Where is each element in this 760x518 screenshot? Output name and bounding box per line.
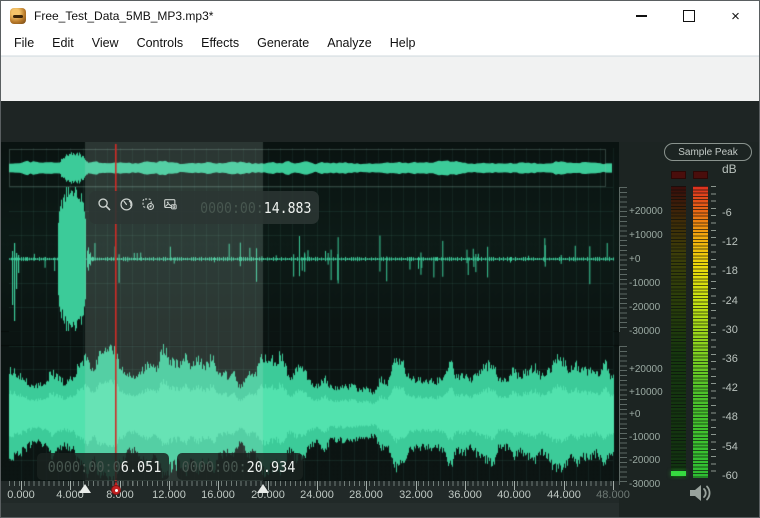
amplitude-label-ch1: -10000 <box>629 278 660 289</box>
meter-mode-button[interactable]: Sample Peak <box>664 143 752 161</box>
amplitude-label-ch2: +10000 <box>629 387 663 398</box>
amplitude-label-ch2: -10000 <box>629 432 660 443</box>
amplitude-label-ch2: -20000 <box>629 455 660 466</box>
edit-toolbar <box>1 101 759 142</box>
title-bar: Free_Test_Data_5MB_MP3.mp3* × <box>1 1 759 31</box>
amplitude-label-ch2: -30000 <box>629 479 660 490</box>
amplitude-label-ch2: +0 <box>629 409 640 420</box>
timeline-ruler[interactable]: 0.0004.0008.00012.00016.00020.00024.0002… <box>1 481 619 503</box>
menu-edit[interactable]: Edit <box>43 31 83 55</box>
timeline-label: 12.000 <box>152 489 186 501</box>
meter-db-label: -30 <box>722 324 738 336</box>
timeline-label: 0.000 <box>7 489 35 501</box>
amplitude-label-ch1: -20000 <box>629 302 660 313</box>
meter-db-label: -36 <box>722 353 738 365</box>
timeline-label: 32.000 <box>399 489 433 501</box>
meter-db-label: -24 <box>722 295 738 307</box>
timeline-label: 48.000 <box>596 489 630 501</box>
minimize-icon <box>636 15 647 17</box>
clip-indicator-right <box>693 171 708 179</box>
close-icon: × <box>731 9 740 24</box>
app-icon <box>10 8 26 24</box>
meter-db-label: -6 <box>722 207 732 219</box>
meter-mode-label: Sample Peak <box>678 147 737 158</box>
selection-end-display: 0000:00:20.934 <box>177 453 303 480</box>
meter-db-label: -54 <box>722 441 738 453</box>
amplitude-ruler-ch2 <box>619 346 627 485</box>
ruler-minor-ticks <box>9 481 613 486</box>
timeline-label: 16.000 <box>201 489 235 501</box>
amplitude-label-ch2: +20000 <box>629 364 663 375</box>
menu-help[interactable]: Help <box>381 31 425 55</box>
playhead-marker[interactable] <box>111 482 121 496</box>
close-button[interactable]: × <box>712 1 759 31</box>
meter-db-label: -48 <box>722 411 738 423</box>
selection-toolbar: 0000:00:14.883 <box>89 191 319 224</box>
timeline-label: 28.000 <box>349 489 383 501</box>
transport-toolbar: i 44.1 kHz stereo -0000:00:08.819 <box>1 56 759 102</box>
paste-special-icon[interactable] <box>141 197 156 219</box>
meter-db-label: -42 <box>722 382 738 394</box>
selection-start-handle[interactable] <box>79 484 91 493</box>
menu-effects[interactable]: Effects <box>192 31 248 55</box>
clip-indicator-left <box>671 171 686 179</box>
timeline-label: 40.000 <box>497 489 531 501</box>
level-meter-left <box>671 186 686 478</box>
snapshot-icon[interactable] <box>163 197 178 219</box>
amplitude-ruler-ch1 <box>619 187 627 332</box>
level-meter-right <box>693 186 708 478</box>
gain-knob-icon[interactable] <box>119 197 134 219</box>
app-window: Free_Test_Data_5MB_MP3.mp3* × File Edit … <box>0 0 760 518</box>
volume-icon[interactable] <box>687 484 715 507</box>
selection-start-display: 0000:00:06.051 <box>37 453 169 480</box>
timeline-label: 44.000 <box>547 489 581 501</box>
amplitude-label-ch1: +0 <box>629 254 640 265</box>
meter-unit-label: dB <box>722 162 737 176</box>
meter-db-label: -12 <box>722 236 738 248</box>
meter-scale-ticks <box>711 186 716 478</box>
menu-analyze[interactable]: Analyze <box>318 31 380 55</box>
bottom-strip <box>1 503 619 518</box>
menu-generate[interactable]: Generate <box>248 31 318 55</box>
minimize-button[interactable] <box>618 1 665 31</box>
menu-controls[interactable]: Controls <box>128 31 193 55</box>
zoom-selection-icon[interactable] <box>97 197 112 219</box>
selection-end-handle[interactable] <box>257 484 269 493</box>
window-title: Free_Test_Data_5MB_MP3.mp3* <box>34 9 213 23</box>
amplitude-label-ch1: +10000 <box>629 230 663 241</box>
menu-bar: File Edit View Controls Effects Generate… <box>1 31 759 56</box>
maximize-button[interactable] <box>665 1 712 31</box>
maximize-icon <box>683 10 695 22</box>
timeline-label: 36.000 <box>448 489 482 501</box>
amplitude-label-ch1: +20000 <box>629 206 663 217</box>
menu-file[interactable]: File <box>5 31 43 55</box>
meter-db-label: -18 <box>722 265 738 277</box>
selection-length-display: 0000:00:14.883 <box>200 199 311 217</box>
amplitude-label-ch1: -30000 <box>629 326 660 337</box>
menu-view[interactable]: View <box>83 31 128 55</box>
timeline-label: 24.000 <box>300 489 334 501</box>
meter-db-label: -60 <box>722 470 738 482</box>
